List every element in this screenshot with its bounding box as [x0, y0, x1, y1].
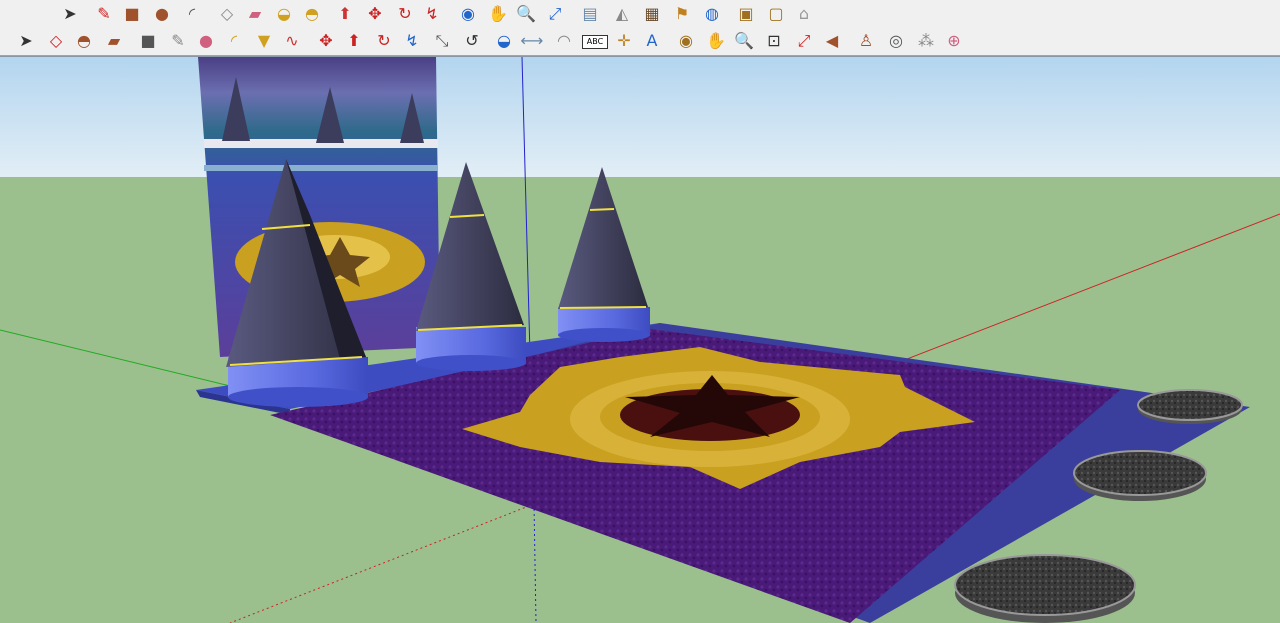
toolbar-bottom: ➤ ◇ ◓ ▰ ■ ✎ ● ◜ ▼ ∿ ✥ ⬆ ↻ ↯ ⤡ ↺ ◒ ⟷ ◠ ABC ✛ A ◉ ✋ 🔍 ⊡ ⤢ ◀ ♙ ◎ ⁂ ⊕ — [0, 27, 1280, 56]
toolbar-top: ➤ ✎ ■ ● ◜ ◇ ▰ ◒ ◓ ⬆ ✥ ↻ ↯ ◉ ✋ 🔍 ⤢ ▤ ◭ ▦ ⚑ ◍ ▣ ▢ ⌂ — [0, 0, 1280, 28]
push-pull-icon[interactable]: ⬆ — [333, 2, 357, 26]
protractor-icon[interactable]: ◠ — [552, 29, 576, 53]
sky — [0, 57, 1280, 177]
text-label-icon[interactable]: ABC — [582, 35, 608, 49]
orbit-icon[interactable]: ◉ — [674, 29, 698, 53]
eraser-icon[interactable]: ▰ — [102, 29, 126, 53]
follow-me-icon[interactable]: ↯ — [420, 2, 444, 26]
add-location-icon[interactable]: ▤ — [578, 2, 602, 26]
dimension-icon[interactable]: ⟷ — [520, 29, 544, 53]
make-component-icon[interactable]: ◇ — [215, 2, 239, 26]
pan-icon[interactable]: ✋ — [704, 29, 728, 53]
previous-view-icon[interactable]: ◀ — [820, 29, 844, 53]
make-component-icon[interactable]: ◇ — [44, 29, 68, 53]
share-model-icon[interactable]: ⚑ — [670, 2, 694, 26]
orbit-icon[interactable]: ◉ — [456, 2, 480, 26]
rectangle-icon[interactable]: ■ — [136, 29, 160, 53]
tape-measure-icon[interactable]: ◒ — [272, 2, 296, 26]
zoom-extents-icon[interactable]: ⤢ — [792, 29, 816, 53]
offset-icon[interactable]: ↺ — [460, 29, 484, 53]
freehand-icon[interactable]: ∿ — [280, 29, 304, 53]
paint-bucket-icon[interactable]: ◓ — [72, 29, 96, 53]
zoom-window-icon[interactable]: ⊡ — [762, 29, 786, 53]
pan-icon[interactable]: ✋ — [486, 2, 510, 26]
select-tool-icon[interactable]: ➤ — [14, 29, 38, 53]
get-models-icon[interactable]: ▦ — [640, 2, 664, 26]
rotate-icon[interactable]: ↻ — [372, 29, 396, 53]
position-camera-icon[interactable]: ♙ — [854, 29, 878, 53]
circle-icon[interactable]: ● — [150, 2, 174, 26]
warehouse-icon[interactable]: ⌂ — [792, 2, 816, 26]
circle-icon[interactable]: ● — [194, 29, 218, 53]
zoom-icon[interactable]: 🔍 — [514, 2, 538, 26]
walk-icon[interactable]: ⁂ — [914, 29, 938, 53]
rotate-icon[interactable]: ↻ — [393, 2, 417, 26]
tape-measure-icon[interactable]: ◒ — [492, 29, 516, 53]
paint-bucket-icon[interactable]: ◓ — [300, 2, 324, 26]
arc-icon[interactable]: ◜ — [180, 2, 204, 26]
select-tool-icon[interactable]: ➤ — [58, 2, 82, 26]
move-icon[interactable]: ✥ — [314, 29, 338, 53]
scale-icon[interactable]: ⤡ — [430, 29, 454, 53]
zoom-extents-icon[interactable]: ⤢ — [543, 2, 567, 26]
pencil-line-icon[interactable]: ✎ — [166, 29, 190, 53]
share-component-icon[interactable]: ▢ — [764, 2, 788, 26]
polygon-icon[interactable]: ▼ — [252, 29, 276, 53]
scene-canvas[interactable] — [0, 57, 1280, 623]
3d-text-icon[interactable]: A — [640, 29, 664, 53]
get-components-icon[interactable]: ▣ — [734, 2, 758, 26]
push-pull-icon[interactable]: ⬆ — [342, 29, 366, 53]
stone-seat-2 — [1073, 450, 1207, 501]
follow-me-icon[interactable]: ↯ — [400, 29, 424, 53]
look-around-icon[interactable]: ◎ — [884, 29, 908, 53]
axes-icon[interactable]: ✛ — [612, 29, 636, 53]
eraser-icon[interactable]: ▰ — [243, 2, 267, 26]
stone-seat-1 — [1137, 389, 1243, 424]
3d-viewport[interactable] — [0, 56, 1280, 623]
arc-icon[interactable]: ◜ — [222, 29, 246, 53]
rectangle-icon[interactable]: ■ — [120, 2, 144, 26]
pencil-line-icon[interactable]: ✎ — [92, 2, 116, 26]
move-icon[interactable]: ✥ — [363, 2, 387, 26]
section-plane-icon[interactable]: ⊕ — [942, 29, 966, 53]
stone-seat-3 — [954, 554, 1136, 623]
zoom-icon[interactable]: 🔍 — [732, 29, 756, 53]
toggle-terrain-icon[interactable]: ◭ — [610, 2, 634, 26]
google-earth-icon[interactable]: ◍ — [700, 2, 724, 26]
